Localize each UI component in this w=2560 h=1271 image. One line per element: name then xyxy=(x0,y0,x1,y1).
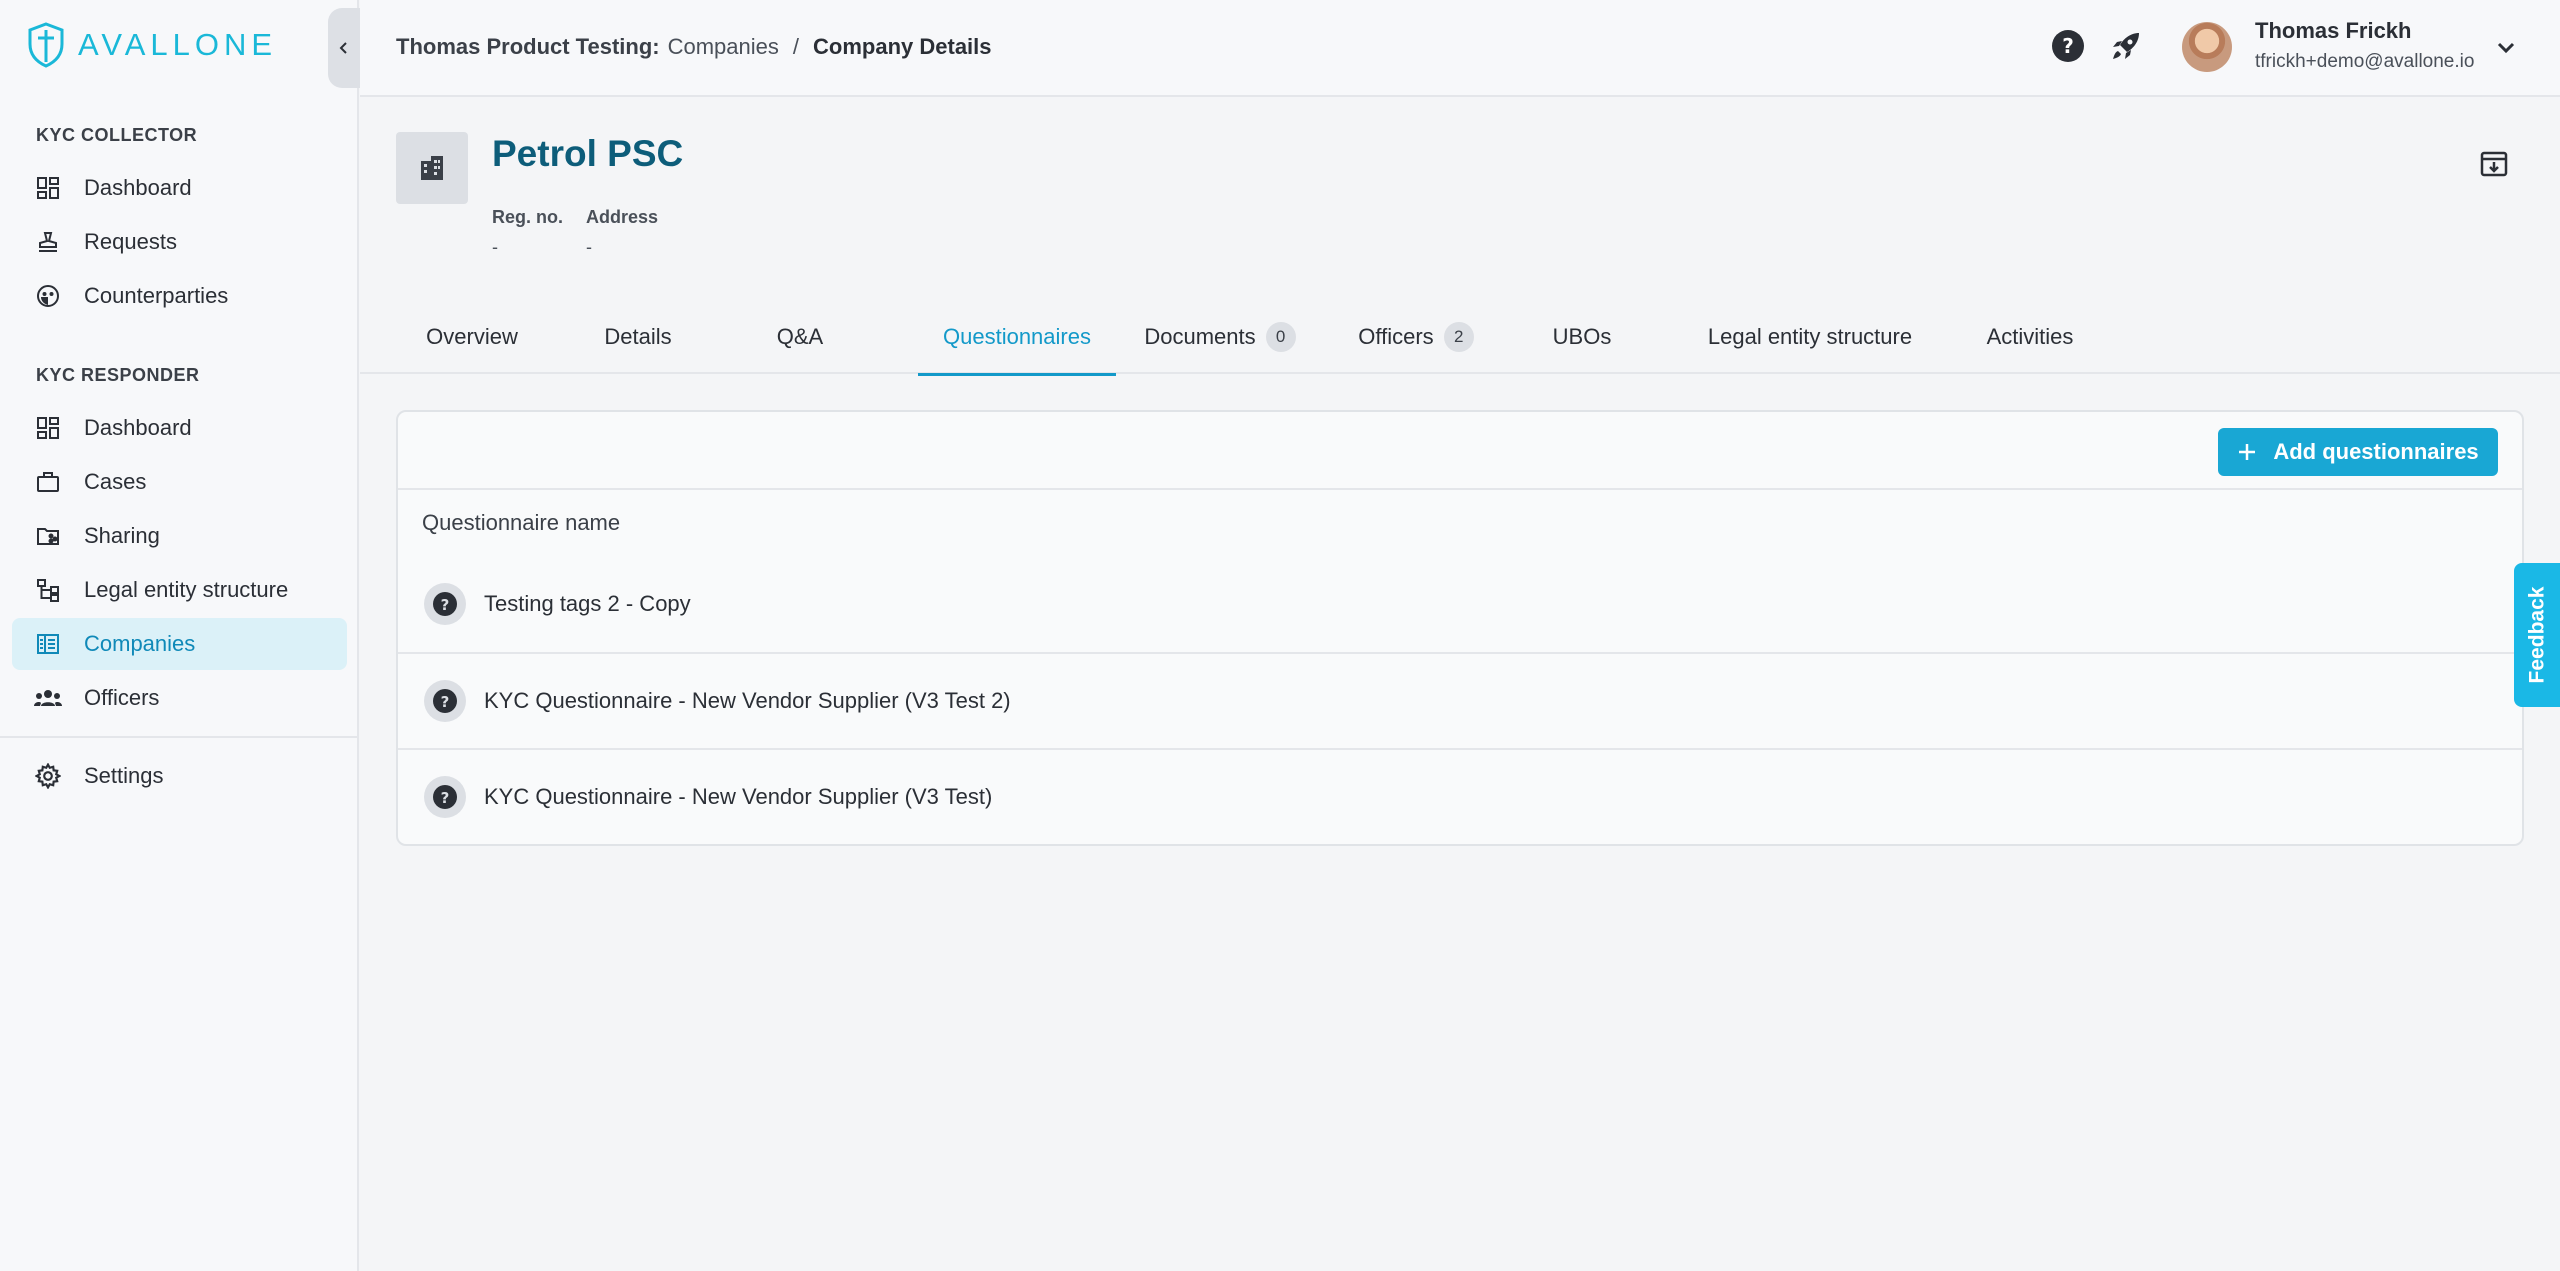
collapse-sidebar-button[interactable] xyxy=(328,8,360,88)
card-toolbar: Add questionnaires xyxy=(398,412,2522,490)
questionnaire-name: Testing tags 2 - Copy xyxy=(484,591,691,616)
questionnaire-name: KYC Questionnaire - New Vendor Supplier … xyxy=(484,688,1011,713)
sidebar-divider xyxy=(0,736,359,738)
sidebar-item-label: Companies xyxy=(84,631,196,656)
sidebar-item-requests[interactable]: Requests xyxy=(12,216,347,268)
table-row[interactable]: ? KYC Questionnaire - New Vendor Supplie… xyxy=(398,748,2522,844)
archive-button[interactable] xyxy=(2476,146,2512,182)
add-questionnaires-button[interactable]: Add questionnaires xyxy=(2218,428,2498,476)
tab-label: Officers xyxy=(1358,324,1434,349)
tab-label: Documents xyxy=(1144,324,1256,349)
breadcrumb-current: Company Details xyxy=(813,34,992,59)
company-avatar xyxy=(396,132,468,204)
tab-legal-entity-structure[interactable]: Legal entity structure xyxy=(1670,300,1950,374)
sidebar-item-label: Sharing xyxy=(84,523,160,548)
dashboard-icon xyxy=(34,174,62,202)
question-icon: ? xyxy=(424,680,466,722)
add-questionnaires-label: Add questionnaires xyxy=(2273,439,2479,464)
briefcase-icon xyxy=(34,468,62,496)
sidebar: AVALLONE KYC COLLECTOR Dashboard Request… xyxy=(0,0,360,1271)
group-icon xyxy=(34,684,62,712)
tab-bar: Overview Details Q&A Questionnaires Docu… xyxy=(360,300,2560,376)
section-title-kyc-responder: KYC RESPONDER xyxy=(36,365,200,385)
breadcrumb-separator: / xyxy=(792,34,800,59)
stamp-icon xyxy=(34,228,62,256)
building-icon xyxy=(421,156,443,180)
svg-text:?: ? xyxy=(441,596,450,614)
gear-icon xyxy=(34,762,62,790)
plus-icon xyxy=(2239,444,2256,460)
chevron-down-icon[interactable] xyxy=(2492,34,2520,62)
user-name: Thomas Frickh xyxy=(2255,18,2412,43)
sidebar-item-cases[interactable]: Cases xyxy=(12,456,347,508)
tab-officers[interactable]: Officers 2 xyxy=(1336,300,1496,374)
column-header-questionnaire-name: Questionnaire name xyxy=(422,510,621,535)
reg-no-label: Reg. no. xyxy=(492,207,563,227)
tab-qa[interactable]: Q&A xyxy=(732,300,868,374)
tab-questionnaires[interactable]: Questionnaires xyxy=(918,300,1116,376)
feedback-button[interactable]: Feedback xyxy=(2514,563,2560,707)
address-label: Address xyxy=(586,207,659,227)
tree-icon xyxy=(34,576,62,604)
sidebar-item-label: Dashboard xyxy=(84,415,192,440)
sidebar-item-companies[interactable]: Companies xyxy=(12,618,347,670)
top-bar: Thomas Product Testing: Companies / Comp… xyxy=(360,0,2560,97)
sidebar-item-label: Cases xyxy=(84,469,147,494)
question-icon: ? xyxy=(424,583,466,625)
sidebar-item-collector-dashboard[interactable]: Dashboard xyxy=(12,162,347,214)
rocket-icon[interactable] xyxy=(2108,28,2144,64)
svg-text:?: ? xyxy=(441,693,450,711)
section-title-kyc-collector: KYC COLLECTOR xyxy=(36,125,198,145)
questionnaires-card: Add questionnaires Questionnaire name ? … xyxy=(396,410,2524,846)
company-name: Petrol PSC xyxy=(492,133,684,174)
questionnaire-name: KYC Questionnaire - New Vendor Supplier … xyxy=(484,784,993,809)
sidebar-item-label: Officers xyxy=(84,685,160,710)
dashboard-icon xyxy=(34,414,62,442)
sidebar-item-label: Dashboard xyxy=(84,175,192,200)
count-badge: 0 xyxy=(1265,322,1296,352)
avatar[interactable] xyxy=(2182,22,2232,72)
logo[interactable]: AVALLONE xyxy=(26,22,277,68)
shared-folder-icon xyxy=(34,522,62,550)
user-email: tfrickh+demo@avallone.io xyxy=(2255,51,2475,72)
tab-activities[interactable]: Activities xyxy=(1960,300,2100,374)
sidebar-item-counterparties[interactable]: Counterparties xyxy=(12,270,347,322)
svg-text:?: ? xyxy=(441,789,450,807)
sidebar-item-label: Settings xyxy=(84,763,164,788)
sidebar-item-officers[interactable]: Officers xyxy=(12,672,347,724)
tab-ubos[interactable]: UBOs xyxy=(1522,300,1642,374)
sidebar-item-label: Legal entity structure xyxy=(84,577,289,602)
table-row[interactable]: ? KYC Questionnaire - New Vendor Supplie… xyxy=(398,652,2522,748)
breadcrumb-workspace: Thomas Product Testing: xyxy=(396,34,660,59)
shield-logo-icon xyxy=(28,22,64,68)
sidebar-item-settings[interactable]: Settings xyxy=(12,750,347,802)
brand-name: AVALLONE xyxy=(78,27,278,62)
sidebar-item-label: Counterparties xyxy=(84,283,229,308)
table-row[interactable]: ? Testing tags 2 - Copy xyxy=(398,556,2522,652)
question-icon: ? xyxy=(424,776,466,818)
tab-overview[interactable]: Overview xyxy=(396,300,548,374)
sidebar-item-responder-dashboard[interactable]: Dashboard xyxy=(12,402,347,454)
feedback-label: Feedback xyxy=(2525,586,2549,684)
svg-text:?: ? xyxy=(2062,34,2074,58)
sidebar-item-label: Requests xyxy=(84,229,177,254)
chevron-left-icon xyxy=(339,42,347,54)
breadcrumb-link-companies[interactable]: Companies xyxy=(668,34,779,60)
breadcrumb: Thomas Product Testing: Companies / Comp… xyxy=(396,34,992,60)
reg-no-value: - xyxy=(492,237,498,257)
tab-documents[interactable]: Documents 0 xyxy=(1130,300,1310,374)
address-value: - xyxy=(586,237,592,257)
archive-icon xyxy=(2480,151,2508,177)
count-badge: 2 xyxy=(1443,322,1474,352)
help-icon[interactable]: ? xyxy=(2050,28,2086,64)
face-icon xyxy=(34,282,62,310)
building-list-icon xyxy=(34,630,62,658)
tab-details[interactable]: Details xyxy=(572,300,704,374)
sidebar-item-sharing[interactable]: Sharing xyxy=(12,510,347,562)
sidebar-item-legal-entity-structure[interactable]: Legal entity structure xyxy=(12,564,347,616)
